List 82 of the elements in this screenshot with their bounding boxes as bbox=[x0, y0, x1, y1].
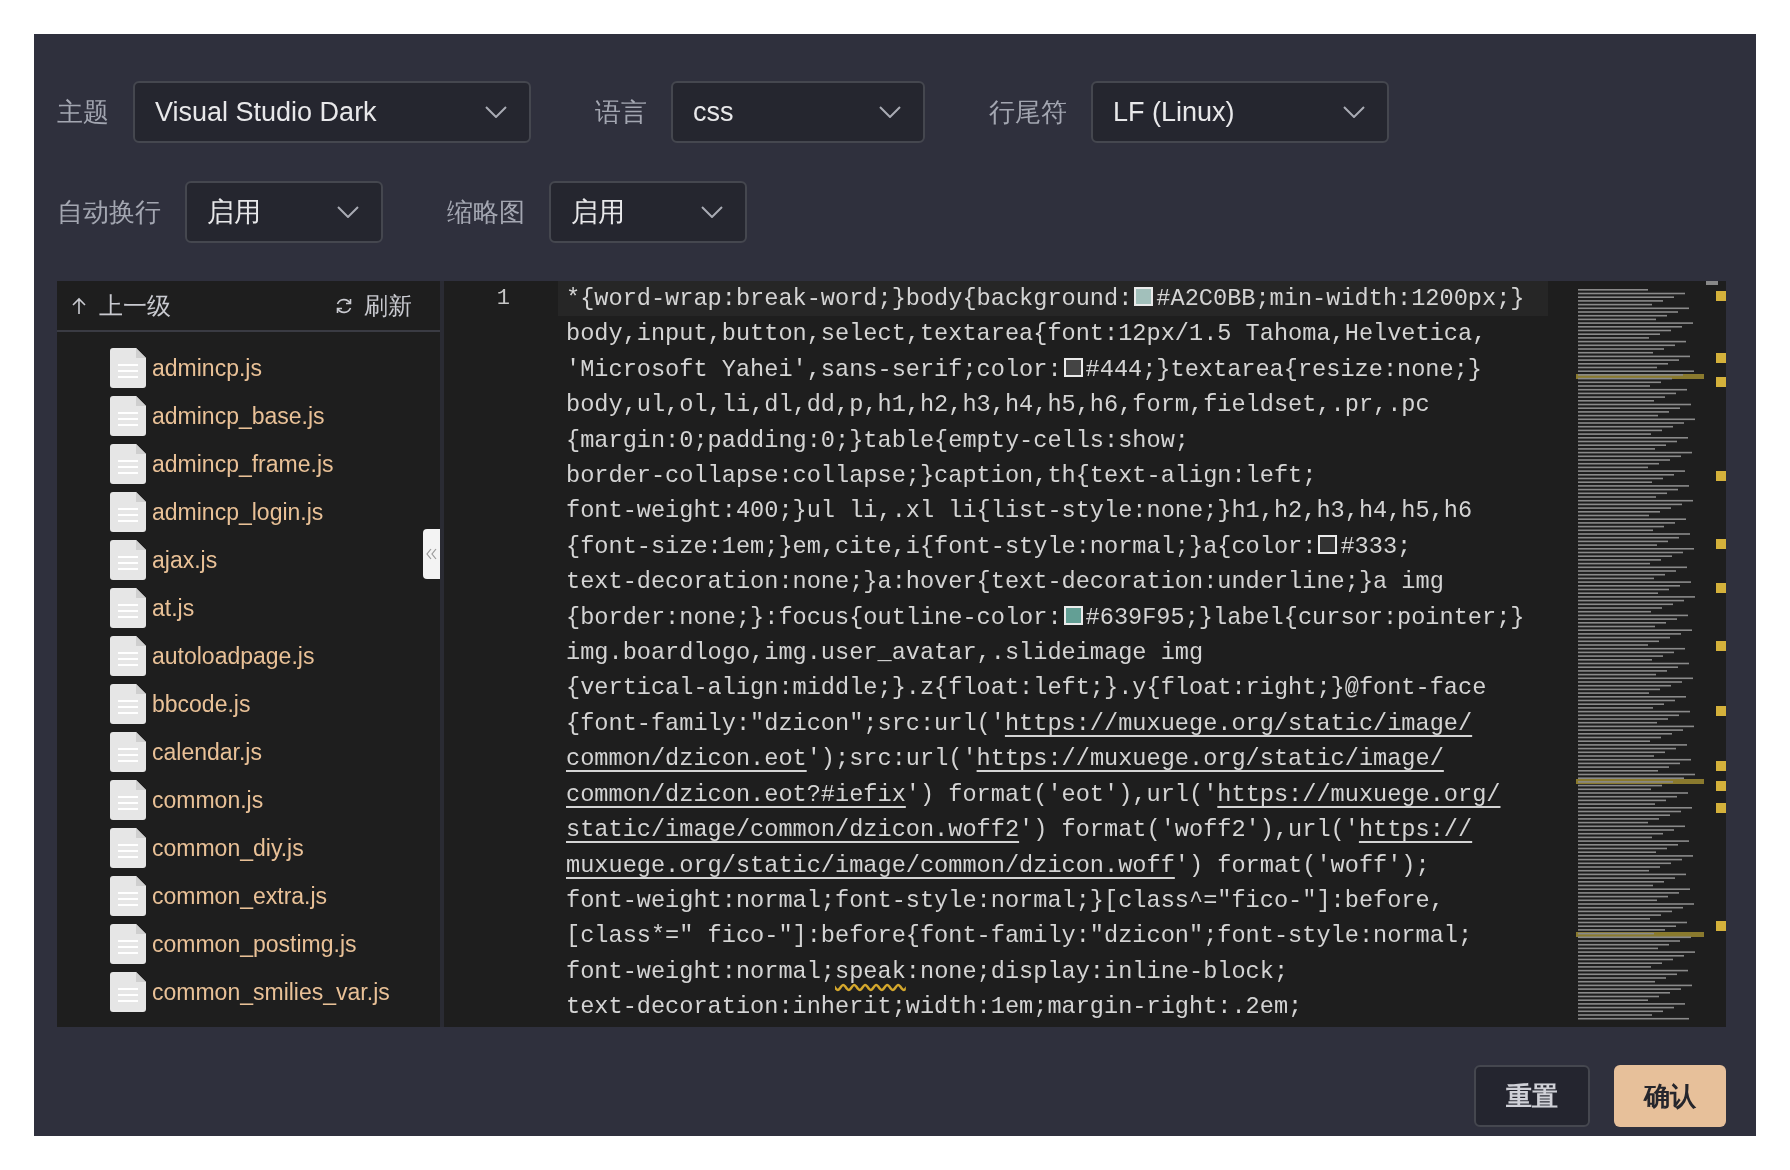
chevron-down-icon bbox=[701, 206, 723, 218]
file-item[interactable]: autoloadpage.js bbox=[152, 642, 315, 670]
field-label: 缩略图 bbox=[447, 195, 525, 229]
file-item[interactable]: bbcode.js bbox=[152, 690, 251, 718]
file-item[interactable]: calendar.js bbox=[152, 738, 262, 766]
file-icon bbox=[110, 828, 146, 868]
code-line: font-weight:normal;font-style:normal;}[class^="fico-"]:before, bbox=[565, 885, 1445, 916]
file-item[interactable]: common_smilies_var.js bbox=[152, 978, 390, 1006]
color-swatch[interactable] bbox=[1134, 287, 1154, 306]
file-icon bbox=[110, 588, 146, 628]
file-icon bbox=[110, 732, 146, 772]
file-icon bbox=[110, 636, 146, 676]
color-swatch[interactable] bbox=[1063, 605, 1083, 625]
field-label: 语言 bbox=[595, 95, 647, 129]
code-line: body,input,button,select,textarea{font:12px/1.5 Tahoma,Helvetica, bbox=[565, 319, 1488, 350]
color-swatch[interactable] bbox=[1318, 534, 1338, 554]
code-link[interactable]: static/image/common/dzicon.woff2 bbox=[566, 816, 1020, 844]
file-item[interactable]: at.js bbox=[152, 594, 195, 622]
code-line: common/dzicon.eot?#iefix') format('eot'),url('https://muxuege.org/ bbox=[565, 779, 1502, 810]
file-item[interactable]: admincp_base.js bbox=[152, 402, 325, 430]
code-line: body,ul,ol,li,dl,dd,p,h1,h2,h3,h4,h5,h6,form,fieldset,.pr,.pc bbox=[565, 390, 1431, 421]
file-icon bbox=[110, 780, 146, 820]
code-link[interactable]: muxuege.org/static/image/common/dzicon.woff bbox=[566, 851, 1175, 879]
code-line: {font-family:"dzicon";src:url('https://muxuege.org/static/image/ bbox=[565, 708, 1474, 739]
code-link[interactable]: https://muxuege.org/static/image/ bbox=[976, 745, 1444, 773]
chevron-down-icon bbox=[337, 206, 359, 218]
code-line: common/dzicon.eot');src:url('https://muxuege.org/static/image/ bbox=[565, 744, 1445, 775]
code-line: text-decoration:inherit;width:1em;margin-right:.2em; bbox=[565, 992, 1304, 1023]
code-line: muxuege.org/static/image/common/dzicon.woff') format('woff'); bbox=[565, 850, 1431, 881]
code-line: {margin:0;padding:0;}table{empty-cells:show; bbox=[565, 425, 1190, 456]
up-level-button[interactable]: 上一级 bbox=[69, 289, 171, 322]
field-label: 自动换行 bbox=[57, 195, 161, 229]
code-line: {vertical-align:middle;}.z{float:left;}.y{float:right;}@font-face bbox=[565, 673, 1488, 704]
file-item[interactable]: common.js bbox=[152, 786, 264, 814]
code-link[interactable]: common/dzicon.eot bbox=[566, 745, 807, 773]
confirm-button[interactable]: 确认 bbox=[1614, 1065, 1726, 1127]
select-dropdown[interactable]: css bbox=[671, 81, 925, 143]
select-dropdown[interactable]: 启用 bbox=[185, 181, 383, 243]
file-item[interactable]: admincp.js bbox=[152, 354, 262, 382]
file-item[interactable]: common_diy.js bbox=[152, 834, 304, 862]
code-line: img.boardlogo,img.user_avatar,.slideimage img bbox=[565, 638, 1205, 669]
select-dropdown[interactable]: LF (Linux) bbox=[1091, 81, 1389, 143]
file-item[interactable]: ajax.js bbox=[152, 546, 218, 574]
select-dropdown[interactable]: 启用 bbox=[549, 181, 747, 243]
file-item[interactable]: common_postimg.js bbox=[152, 930, 357, 958]
code-line: text-decoration:none;}a:hover{text-decoration:underline;}a img bbox=[565, 567, 1445, 598]
code-line: {border:none;}:focus{outline-color: #639F95;}label{cursor:pointer;} bbox=[565, 602, 1526, 633]
file-icon bbox=[110, 348, 146, 388]
code-link[interactable]: common/dzicon.eot?#iefix bbox=[566, 780, 906, 808]
file-icon bbox=[110, 972, 146, 1012]
chevron-down-icon bbox=[485, 106, 507, 118]
reset-button[interactable]: 重置 bbox=[1474, 1065, 1590, 1127]
code-line: {font-size:1em;}em,cite,i{font-style:normal;}a{color: #333; bbox=[565, 531, 1413, 562]
code-line: 'Microsoft Yahei',sans-serif;color: #444;}textarea{resize:none;} bbox=[565, 354, 1483, 385]
code-line: [class*=" fico-"]:before{font-family:"dzicon";font-style:normal; bbox=[565, 921, 1474, 952]
file-item[interactable]: common_extra.js bbox=[152, 882, 328, 910]
code-link[interactable]: https://muxuege.org/static/image/ bbox=[1004, 709, 1473, 737]
file-icon bbox=[110, 492, 146, 532]
code-link[interactable]: https:// bbox=[1358, 816, 1473, 844]
file-icon bbox=[110, 684, 146, 724]
chevron-down-icon bbox=[879, 106, 901, 118]
file-item[interactable]: admincp_login.js bbox=[152, 498, 324, 526]
color-swatch[interactable] bbox=[1063, 357, 1083, 377]
file-icon bbox=[110, 876, 146, 916]
refresh-button[interactable]: 刷新 bbox=[334, 289, 412, 322]
select-dropdown[interactable]: Visual Studio Dark bbox=[133, 81, 531, 143]
field-label: 主题 bbox=[57, 95, 109, 129]
line-number: 1 bbox=[495, 285, 511, 313]
field-label: 行尾符 bbox=[989, 95, 1067, 129]
code-line: border-collapse:collapse;}caption,th{text-align:left; bbox=[565, 461, 1318, 492]
file-item[interactable]: admincp_frame.js bbox=[152, 450, 334, 478]
code-line: font-weight:normal;speak:none;display:inline-block; bbox=[565, 956, 1290, 987]
code-link[interactable]: https://muxuege.org/ bbox=[1217, 780, 1501, 808]
code-editor[interactable] bbox=[444, 281, 1726, 1027]
code-line: font-weight:400;}ul li,.xl li{list-style:none;}h1,h2,h3,h4,h5,h6 bbox=[565, 496, 1474, 527]
collapse-handle[interactable] bbox=[423, 529, 440, 579]
file-icon bbox=[110, 444, 146, 484]
code-line: static/image/common/dzicon.woff2') format('woff2'),url('https:// bbox=[565, 815, 1474, 846]
file-icon bbox=[110, 924, 146, 964]
file-icon bbox=[110, 540, 146, 580]
file-icon bbox=[110, 396, 146, 436]
chevron-down-icon bbox=[1343, 106, 1365, 118]
